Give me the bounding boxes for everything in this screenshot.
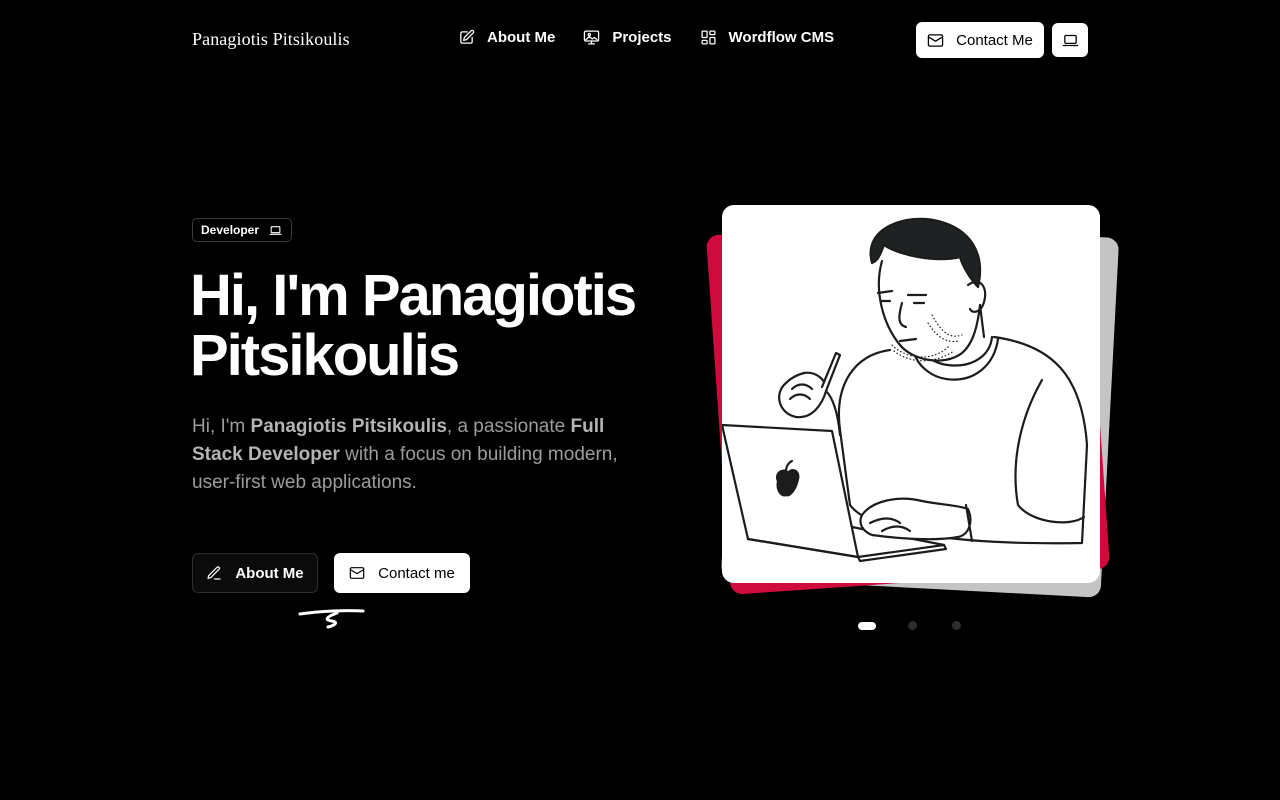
laptop-icon <box>269 224 282 237</box>
nav-about-me[interactable]: About Me <box>458 29 555 46</box>
mail-icon <box>927 32 944 49</box>
scribble-decoration <box>298 609 365 629</box>
contact-me-button[interactable]: Contact me <box>334 553 470 593</box>
hero-title: Hi, I'm Panagiotis Pitsikoulis <box>190 263 637 388</box>
about-me-button[interactable]: About Me <box>192 553 318 593</box>
carousel-dot-3[interactable] <box>952 621 961 630</box>
brand-logo[interactable]: Panagiotis Pitsikoulis <box>192 29 350 50</box>
nav-about-me-label: About Me <box>487 29 556 46</box>
carousel-dot-1[interactable] <box>858 621 876 630</box>
site-header: Panagiotis Pitsikoulis About Me Projects… <box>0 0 1280 80</box>
nav-wordflow-cms-label: Wordflow CMS <box>728 29 835 46</box>
mail-icon <box>349 565 365 581</box>
grid-icon <box>700 29 717 46</box>
hero-intro: Hi, I'm Panagiotis Pitsikoulis, a passio… <box>192 413 652 497</box>
intro-start: Hi, I'm <box>192 416 251 437</box>
header-contact-label: Contact Me <box>956 31 1033 49</box>
developer-illustration <box>722 217 1089 563</box>
image-monitor-icon <box>583 29 600 46</box>
laptop-icon <box>1062 32 1079 49</box>
nav-projects-label: Projects <box>612 29 672 46</box>
theme-toggle-button[interactable] <box>1052 23 1088 57</box>
pencil-icon <box>206 565 222 581</box>
about-me-button-label: About Me <box>235 564 304 582</box>
intro-mid: , a passionate <box>446 416 571 437</box>
role-badge: Developer <box>192 218 293 242</box>
edit-icon <box>458 29 475 46</box>
contact-me-button-label: Contact me <box>378 564 455 582</box>
hero-illustration-card <box>722 205 1100 583</box>
intro-name: Panagiotis Pitsikoulis <box>250 416 447 437</box>
role-badge-label: Developer <box>201 223 260 237</box>
nav-projects[interactable]: Projects <box>583 29 672 46</box>
nav-wordflow-cms[interactable]: Wordflow CMS <box>700 29 835 46</box>
main-nav: About Me Projects Wordflow CMS <box>458 29 862 46</box>
carousel-dots <box>858 621 996 630</box>
carousel-dot-2[interactable] <box>908 621 917 630</box>
header-contact-button[interactable]: Contact Me <box>916 22 1044 58</box>
